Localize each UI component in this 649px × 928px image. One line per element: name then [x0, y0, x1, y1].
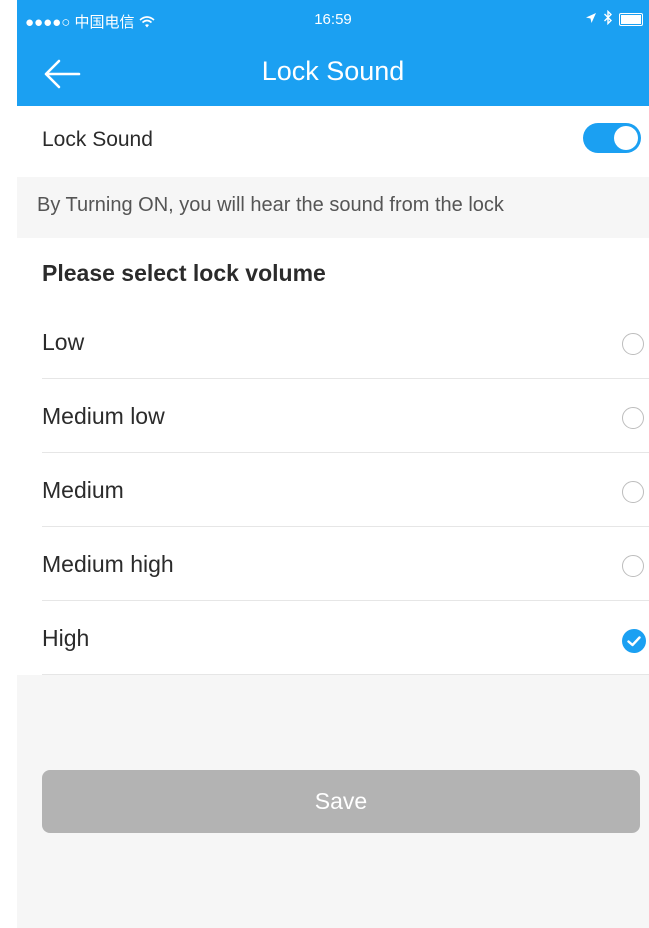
page-title: Lock Sound — [261, 56, 405, 86]
radio-unchecked-icon[interactable] — [622, 333, 644, 355]
divider — [42, 674, 649, 675]
bluetooth-icon — [603, 9, 613, 29]
lock-sound-label: Lock Sound — [42, 128, 153, 151]
option-label: Medium — [42, 477, 124, 503]
volume-section: Please select lock volume Low Medium low… — [17, 238, 649, 675]
volume-option-medium[interactable]: Medium — [17, 453, 649, 527]
radio-unchecked-icon[interactable] — [622, 555, 644, 577]
status-time: 16:59 — [314, 11, 352, 28]
volume-option-high[interactable]: High — [17, 601, 649, 675]
option-label: Medium high — [42, 551, 174, 577]
volume-option-medium-high[interactable]: Medium high — [17, 527, 649, 601]
lock-sound-screen: ●●●●○ 中国电信 16:59 Lock Sound Lock Sound B… — [17, 0, 649, 928]
option-label: Low — [42, 329, 85, 355]
nav-bar: Lock Sound — [17, 38, 649, 106]
radio-unchecked-icon[interactable] — [622, 407, 644, 429]
save-button[interactable]: Save — [42, 770, 640, 833]
lock-sound-row: Lock Sound — [17, 106, 649, 177]
toggle-knob — [614, 126, 638, 150]
lock-sound-toggle[interactable] — [583, 123, 641, 153]
header: ●●●●○ 中国电信 16:59 Lock Sound — [17, 0, 649, 106]
status-bar: ●●●●○ 中国电信 16:59 — [17, 0, 649, 38]
location-arrow-icon — [585, 11, 597, 28]
battery-icon — [619, 13, 643, 26]
volume-heading: Please select lock volume — [42, 260, 326, 286]
option-label: Medium low — [42, 403, 165, 429]
lock-sound-hint: By Turning ON, you will hear the sound f… — [37, 194, 504, 216]
radio-unchecked-icon[interactable] — [622, 481, 644, 503]
volume-option-low[interactable]: Low — [17, 305, 649, 379]
option-label: High — [42, 625, 90, 651]
status-right — [585, 9, 643, 29]
volume-option-medium-low[interactable]: Medium low — [17, 379, 649, 453]
radio-checked-icon[interactable] — [622, 629, 646, 653]
